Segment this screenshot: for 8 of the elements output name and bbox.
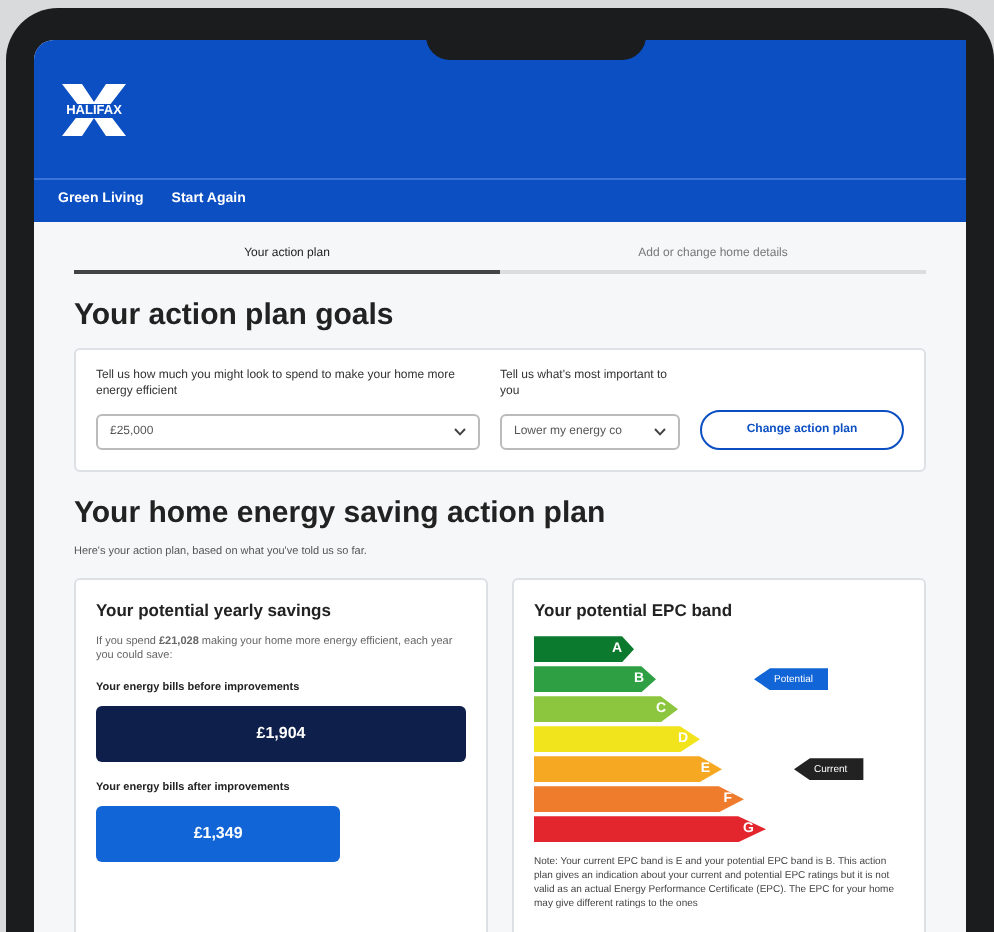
section-heading: Your home energy saving action plan — [74, 495, 608, 530]
bills-after-value: £1,349 — [96, 805, 341, 862]
card-title: Your potential yearly savings — [96, 599, 333, 620]
bills-before-value: £1,904 — [96, 705, 466, 762]
chevron-down-icon — [454, 427, 466, 436]
chevron-down-icon — [654, 427, 666, 436]
card-title: Your potential EPC band — [534, 599, 735, 620]
section-heading: Your action plan goals — [74, 298, 396, 332]
